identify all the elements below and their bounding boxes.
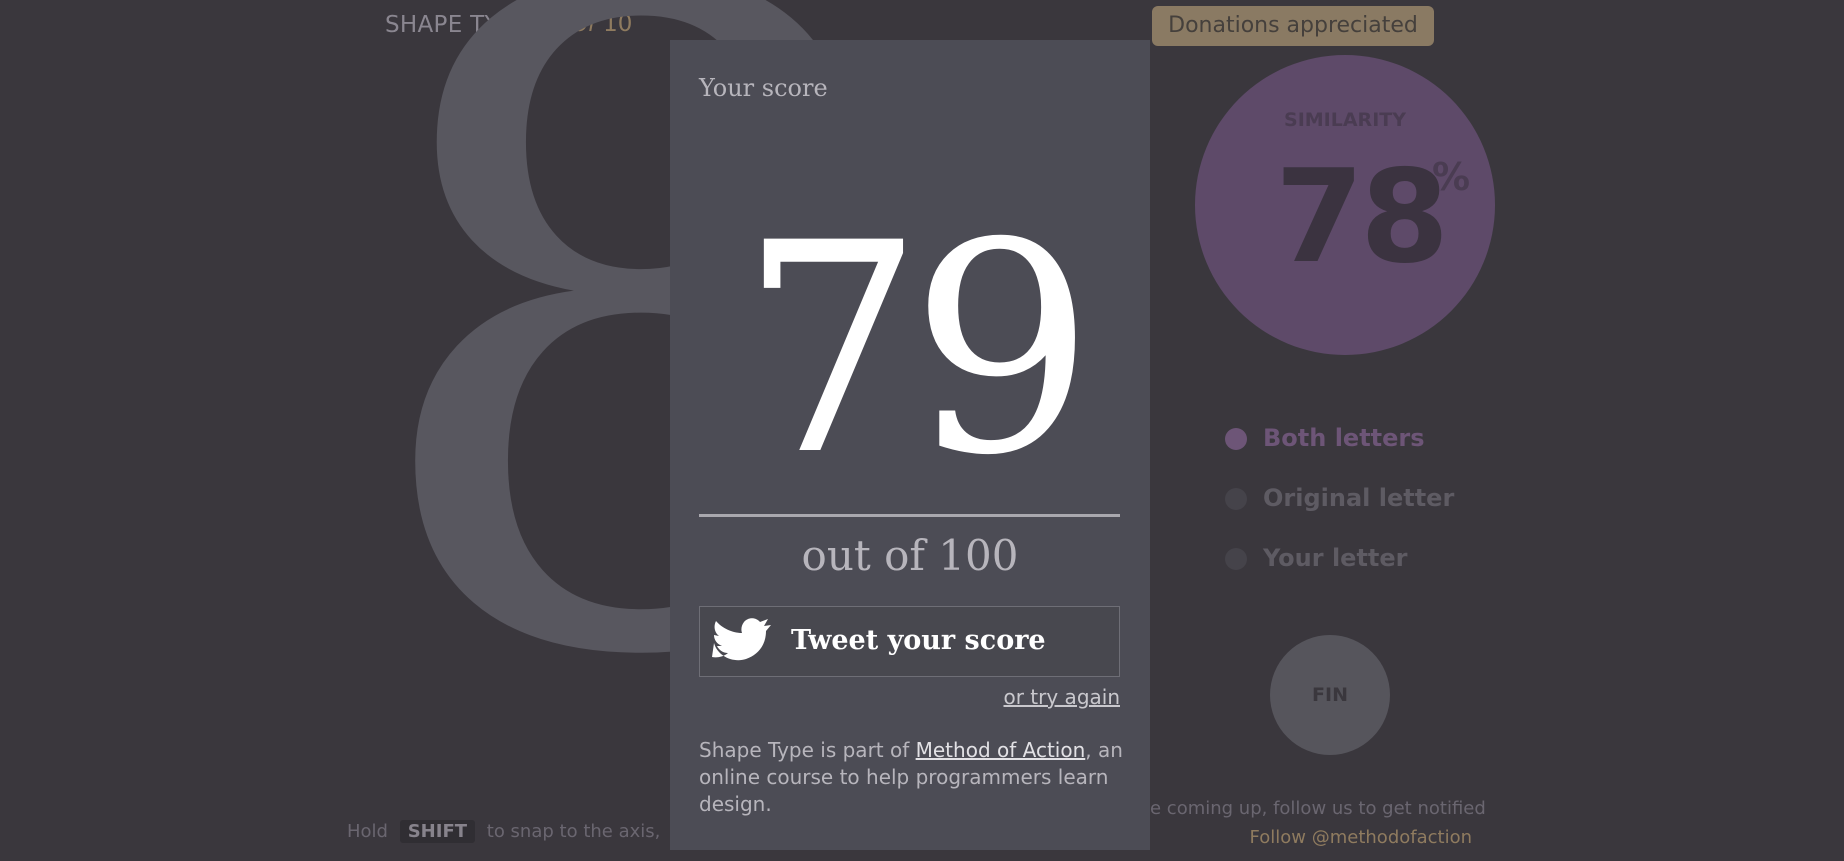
score-modal: Your score 79 out of 100 Tweet your scor…	[670, 40, 1150, 850]
about-prefix: Shape Type is part of	[699, 738, 916, 762]
radio-dot-icon	[1225, 428, 1247, 450]
score-divider	[699, 514, 1120, 517]
similarity-label: SIMILARITY	[1284, 109, 1406, 131]
method-of-action-link[interactable]: Method of Action	[916, 738, 1086, 762]
legend-label: Original letter	[1263, 484, 1455, 512]
similarity-circle: SIMILARITY 78 %	[1195, 55, 1495, 355]
tweet-button-label: Tweet your score	[791, 625, 1046, 656]
legend-label: Your letter	[1263, 544, 1408, 572]
follow-link[interactable]: Follow @methodofaction	[1150, 827, 1472, 848]
score-value: 79	[739, 182, 1094, 519]
radio-dot-icon	[1225, 488, 1247, 510]
radio-dot-icon	[1225, 548, 1247, 570]
legend-label: Both letters	[1263, 424, 1425, 452]
similarity-unit: %	[1432, 155, 1471, 199]
hint-middle: to snap to the axis,	[486, 821, 661, 842]
tweet-score-button[interactable]: Tweet your score	[699, 606, 1120, 677]
score-out-of: out of 100	[801, 531, 1019, 580]
twitter-bird-icon	[712, 618, 771, 661]
modal-heading: Your score	[699, 74, 828, 102]
fin-button[interactable]: FIN	[1270, 635, 1390, 755]
notify-text: e coming up, follow us to get notified	[1150, 798, 1486, 819]
hint-prefix: Hold	[347, 821, 388, 842]
try-again-link[interactable]: or try again	[1003, 685, 1120, 709]
donate-button[interactable]: Donations appreciated	[1152, 6, 1434, 46]
key-shift: SHIFT	[399, 820, 476, 843]
similarity-value: 78	[1275, 143, 1449, 292]
keyboard-hint: Hold SHIFT to snap to the axis, AL	[347, 820, 720, 843]
about-text: Shape Type is part of Method of Action, …	[699, 737, 1129, 818]
